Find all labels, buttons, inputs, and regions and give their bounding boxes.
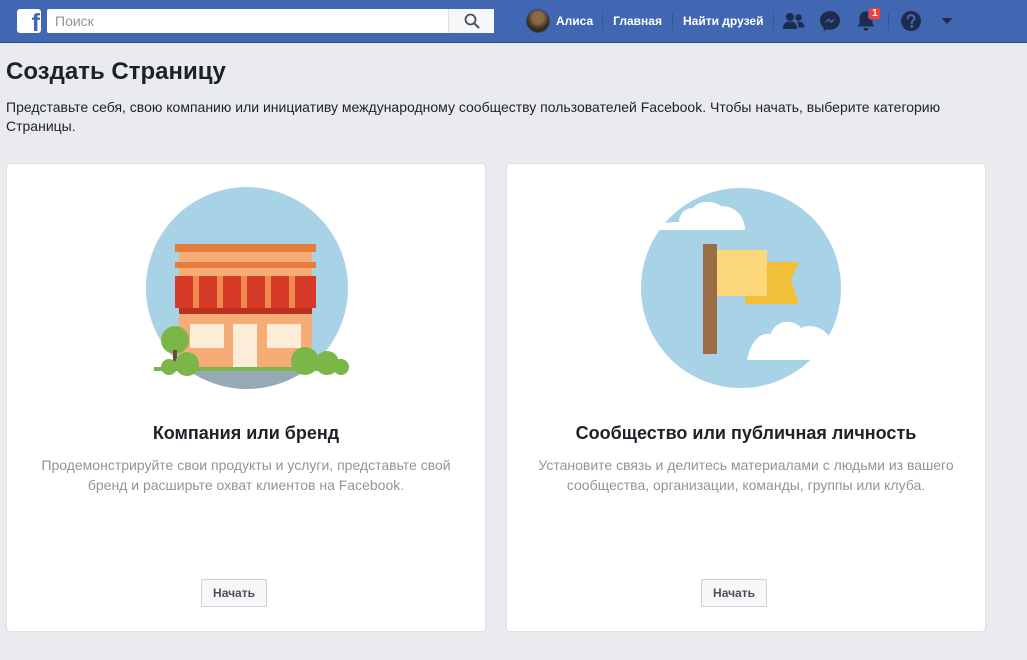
card-description: Продемонстрируйте свои продукты и услуги… bbox=[41, 457, 451, 493]
nav-divider bbox=[888, 12, 890, 30]
top-nav: Алиса Главная Найти друзей 1 bbox=[523, 0, 965, 42]
search-input[interactable] bbox=[47, 9, 448, 33]
user-name: Алиса bbox=[556, 14, 594, 28]
search-box bbox=[47, 9, 494, 33]
home-link[interactable]: Главная bbox=[603, 0, 672, 42]
community-public-figure-card[interactable]: Сообщество или публичная личность Устано… bbox=[506, 163, 986, 632]
messenger-button[interactable] bbox=[812, 0, 848, 42]
messenger-icon bbox=[820, 11, 841, 31]
notifications-button[interactable]: 1 bbox=[848, 0, 884, 42]
page-description: Представьте себя, свою компанию или иниц… bbox=[6, 99, 941, 134]
search-icon bbox=[464, 13, 479, 29]
card-title: Сообщество или публичная личность bbox=[575, 423, 917, 443]
top-navigation-bar: f Алиса Главная Найти друзей bbox=[0, 0, 1027, 43]
avatar bbox=[526, 9, 550, 33]
nav-divider bbox=[773, 12, 775, 30]
card-description: Установите связь и делитесь материалами … bbox=[538, 457, 954, 493]
facebook-logo-icon[interactable]: f bbox=[17, 9, 41, 33]
flag-illustration-icon bbox=[641, 188, 851, 388]
notification-count-badge: 1 bbox=[868, 7, 882, 20]
search-button[interactable] bbox=[448, 9, 494, 33]
account-menu-button[interactable] bbox=[929, 0, 965, 42]
start-business-button[interactable]: Начать bbox=[201, 579, 267, 607]
page-title: Создать Страницу bbox=[6, 58, 226, 85]
storefront-illustration-icon bbox=[146, 187, 349, 389]
friends-icon bbox=[783, 13, 805, 29]
profile-link[interactable]: Алиса bbox=[523, 0, 602, 42]
caret-down-icon bbox=[941, 18, 953, 24]
business-brand-card[interactable]: Компания или бренд Продемонстрируйте сво… bbox=[6, 163, 486, 632]
card-title: Компания или бренд bbox=[152, 423, 340, 443]
help-button[interactable] bbox=[893, 0, 929, 42]
help-icon bbox=[901, 11, 922, 31]
start-community-button[interactable]: Начать bbox=[701, 579, 767, 607]
find-friends-link[interactable]: Найти друзей bbox=[673, 0, 773, 42]
friend-requests-button[interactable] bbox=[776, 0, 812, 42]
